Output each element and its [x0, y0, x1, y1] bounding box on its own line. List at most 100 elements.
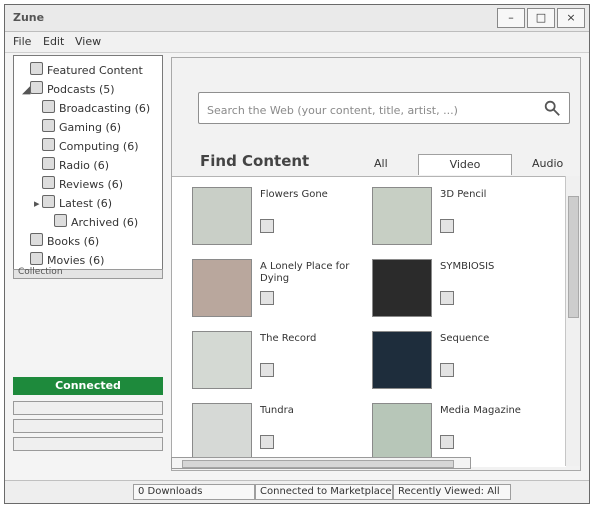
tree-node-label: Broadcasting (6)	[59, 102, 151, 115]
tree-node-label: Reviews (6)	[59, 178, 124, 191]
card-thumbnail[interactable]	[372, 259, 432, 317]
main-content: Find Content All Video Audio Flowers Gon…	[171, 57, 581, 471]
search-input[interactable]	[205, 100, 539, 120]
card-title[interactable]: 3D Pencil	[440, 189, 540, 201]
card-thumbnail[interactable]	[192, 403, 252, 461]
card-title[interactable]: Sequence	[440, 333, 540, 345]
menu-edit[interactable]: Edit	[43, 35, 64, 48]
title-bar: Zune – □ ×	[5, 5, 589, 32]
tree-node[interactable]: Computing (6)	[34, 138, 138, 154]
card-thumbnail[interactable]	[192, 187, 252, 245]
subscribe-icon[interactable]	[440, 435, 454, 449]
broadcast-icon	[42, 100, 55, 113]
app-window: Zune – □ × File Edit View Featured Conte…	[4, 4, 590, 504]
app-title: Zune	[13, 11, 45, 24]
tree-node[interactable]: Reviews (6)	[34, 176, 123, 192]
review-icon	[42, 176, 55, 189]
menu-bar: File Edit View	[5, 32, 589, 53]
podcast-icon	[30, 81, 43, 94]
tab-audio[interactable]: Audio	[524, 154, 571, 174]
gamepad-icon	[42, 119, 55, 132]
content-grid: Flowers Gone 3D Pencil A Lonely Place for …	[172, 176, 566, 467]
tree-node[interactable]: Radio (6)	[34, 157, 109, 173]
subscribe-icon[interactable]	[260, 363, 274, 377]
content-card[interactable]: Flowers Gone	[172, 183, 352, 255]
archive-icon	[54, 214, 67, 227]
search-icon[interactable]	[543, 99, 561, 117]
tree-node-label: Podcasts (5)	[47, 83, 115, 96]
subscribe-icon[interactable]	[260, 435, 274, 449]
horizontal-scroll-thumb[interactable]	[182, 460, 454, 468]
card-thumbnail[interactable]	[372, 403, 432, 461]
status-bar: 0 Downloads Connected to Marketplace Rec…	[5, 480, 589, 503]
tree-node[interactable]: Gaming (6)	[34, 119, 121, 135]
tree-node[interactable]: Broadcasting (6)	[34, 100, 150, 116]
left-action-button-3[interactable]	[13, 437, 163, 451]
maximize-button[interactable]: □	[527, 8, 555, 28]
tree-node-label: Radio (6)	[59, 159, 109, 172]
tree-node-label: Gaming (6)	[59, 121, 122, 134]
card-title[interactable]: SYMBIOSIS	[440, 261, 540, 273]
tree-node[interactable]: Movies (6)	[22, 252, 104, 268]
movie-icon	[30, 252, 43, 265]
star-icon	[30, 62, 43, 75]
subscribe-icon[interactable]	[440, 363, 454, 377]
card-thumbnail[interactable]	[372, 187, 432, 245]
tree-node-label: Latest (6)	[59, 197, 113, 210]
status-connection: Connected to Marketplace	[255, 484, 393, 500]
card-title[interactable]: A Lonely Place for Dying	[260, 261, 360, 285]
tree-node[interactable]: ▸ Latest (6)	[34, 195, 112, 211]
window-controls: – □ ×	[497, 8, 585, 28]
tree-node[interactable]: Archived (6)	[46, 214, 138, 230]
card-title[interactable]: Media Magazine	[440, 405, 540, 417]
content-card[interactable]: Sequence	[352, 327, 532, 399]
pane-separator-label: Collection	[18, 267, 63, 277]
subscribe-icon[interactable]	[260, 219, 274, 233]
subscribe-icon[interactable]	[440, 291, 454, 305]
tree-node[interactable]: Books (6)	[22, 233, 99, 249]
menu-view[interactable]: View	[75, 35, 101, 48]
vertical-scroll-thumb[interactable]	[568, 196, 579, 318]
tree-node-label: Archived (6)	[71, 216, 139, 229]
subscribe-icon[interactable]	[260, 291, 274, 305]
status-downloads: 0 Downloads	[133, 484, 255, 500]
minimize-button[interactable]: –	[497, 8, 525, 28]
search-box[interactable]	[198, 92, 570, 124]
subscribe-icon[interactable]	[440, 219, 454, 233]
tree-node-label: Movies (6)	[47, 254, 105, 267]
menu-file[interactable]: File	[13, 35, 31, 48]
expand-twisty-icon[interactable]: ◢	[22, 82, 30, 98]
tree-node[interactable]: ◢ Podcasts (5)	[22, 81, 115, 97]
pane-separator[interactable]: Collection	[13, 267, 163, 279]
status-indicator: Connected	[13, 377, 163, 395]
navigation-tree[interactable]: Featured Content ◢ Podcasts (5) Broadcastin…	[13, 55, 163, 273]
card-thumbnail[interactable]	[372, 331, 432, 389]
content-card[interactable]: A Lonely Place for Dying	[172, 255, 352, 327]
left-action-button-1[interactable]	[13, 401, 163, 415]
tree-node-label: Computing (6)	[59, 140, 139, 153]
expand-twisty-icon[interactable]: ▸	[34, 196, 42, 212]
card-title[interactable]: The Record	[260, 333, 360, 345]
left-action-button-2[interactable]	[13, 419, 163, 433]
content-card[interactable]: SYMBIOSIS	[352, 255, 532, 327]
computer-icon	[42, 138, 55, 151]
tree-node[interactable]: Featured Content	[22, 62, 143, 78]
horizontal-scrollbar[interactable]	[171, 457, 471, 469]
tree-node-label: Featured Content	[47, 64, 143, 77]
content-card[interactable]: The Record	[172, 327, 352, 399]
book-icon	[30, 233, 43, 246]
radio-icon	[42, 157, 55, 170]
tree-node-label: Books (6)	[47, 235, 100, 248]
card-thumbnail[interactable]	[192, 331, 252, 389]
content-card[interactable]: 3D Pencil	[352, 183, 532, 255]
card-title[interactable]: Tundra	[260, 405, 360, 417]
tab-video[interactable]: Video	[418, 154, 512, 175]
status-recent: Recently Viewed: All	[393, 484, 511, 500]
tab-all[interactable]: All	[366, 154, 396, 174]
close-button[interactable]: ×	[557, 8, 585, 28]
latest-icon	[42, 195, 55, 208]
card-thumbnail[interactable]	[192, 259, 252, 317]
vertical-scrollbar[interactable]	[565, 176, 580, 466]
card-title[interactable]: Flowers Gone	[260, 189, 360, 201]
section-title: Find Content	[200, 152, 310, 170]
